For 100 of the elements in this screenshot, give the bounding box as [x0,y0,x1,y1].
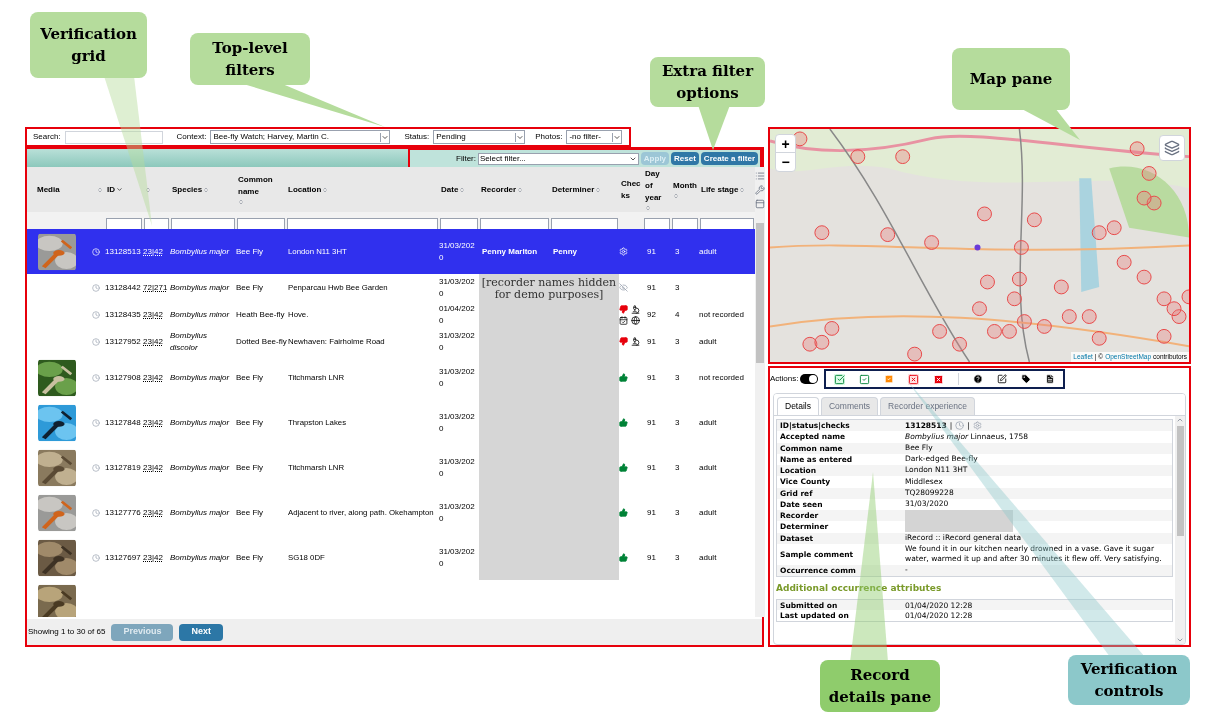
column-header[interactable]: Media [27,183,105,196]
column-header[interactable]: Determiner [550,183,619,196]
actions-toggle[interactable] [800,374,819,384]
status-dropdown[interactable]: Pending [433,130,526,144]
column-header[interactable]: Recorder [479,183,550,196]
filter-dropdown[interactable]: Select filter... [478,152,639,165]
recorder-cell-text: Penny Marlton [481,245,539,258]
panel-icon[interactable] [755,199,765,209]
column-header[interactable]: Common name [236,174,286,205]
accept-icon[interactable] [834,373,846,385]
month-cell-text: 3 [674,371,681,384]
column-header[interactable]: Day of year [643,168,671,211]
date-cell-text: 31/03/2020 [439,239,476,264]
day-cell-text: 91 [646,506,657,519]
life-stage-cell-text: adult [699,245,718,258]
grid-link[interactable]: 23|42 [143,416,170,429]
chevron-down-icon [515,132,525,142]
month-cell-text: 3 [674,506,681,519]
grid-link[interactable]: 23|42 [143,335,170,348]
common-name-cell-text: Bee Fly [236,416,265,429]
species-cell-text: Bombylius major [170,461,231,474]
month-cell-text: 3 [674,281,681,294]
chevron-down-icon [612,132,622,142]
id-cell-text: 13127776 [105,506,142,519]
column-title: ID [107,183,115,196]
grid-link[interactable]: 72|271 [143,281,170,294]
grid-link[interactable]: 23|42 [143,371,170,384]
common-name-cell-text: Bee Fly [236,551,265,564]
common-name-cell-text: Bee Fly [236,371,265,384]
filter-button[interactable]: Create a filter [700,152,758,165]
day-cell-text: 91 [646,551,657,564]
status-label: Status: [404,131,430,143]
status-icon [92,508,100,517]
common-name-cell-text: Bee Fly [236,506,265,519]
filter-button[interactable]: Reset [671,152,699,165]
status-icon [92,553,100,562]
zoom-in-button[interactable]: + [776,135,795,153]
accept-icon[interactable] [859,373,871,385]
search-field[interactable] [64,130,163,144]
date-cell-text: 31/03/2020 [439,545,476,570]
day-cell-text: 92 [646,308,657,321]
reject-icon[interactable] [908,373,920,385]
month-cell-text: 3 [674,461,681,474]
context-label: Context: [176,131,207,143]
context-dropdown[interactable]: Bee-fly Watch; Harvey, Martin C. [210,130,391,144]
details-tab[interactable]: Recorder experience [880,397,975,415]
callout: Top-level filters [190,33,310,85]
column-header[interactable]: Checks [619,177,643,202]
scrollbar[interactable] [756,223,764,363]
determiner-cell-text: Penny [552,245,578,258]
species-cell-text: Bombylius major [170,551,231,564]
species-cell-text: Bombylius major [170,506,231,519]
column-title: Date [441,183,459,196]
grid-link[interactable]: 23|42 [143,506,170,519]
column-header[interactable]: ID [105,183,143,196]
status-icon [92,463,100,472]
day-cell-text: 91 [646,245,657,258]
grid-link[interactable]: 23|42 [143,308,170,321]
column-title: Recorder [481,183,517,196]
column-header[interactable]: Life stage [699,183,755,196]
grid-link[interactable]: 23|42 [143,551,170,564]
column-title: Month [673,180,697,192]
life-stage-cell-text: adult [699,416,718,429]
status-icon [92,337,100,346]
tag-icon[interactable] [1021,374,1032,384]
status-icon [92,373,100,382]
pager-button[interactable]: Next [179,623,223,641]
common-name-cell: Dotted Bee-fly [236,335,286,348]
status-icon [92,247,100,256]
species-cell-text: Bombylius discolor [170,329,208,354]
grid-link[interactable]: 23|42 [143,461,170,474]
details-tab[interactable]: Details [777,397,819,415]
life-stage-cell-text: not recorded [699,371,745,384]
actions-label: Actions: [770,373,799,385]
day-cell-text: 91 [646,335,657,348]
life-stage-cell-text: adult [699,506,718,519]
edit-icon[interactable] [997,374,1008,384]
document-icon[interactable] [1045,374,1056,384]
results-count: Showing 1 to 30 of 65 [28,626,106,638]
grid-link[interactable]: 23|42 [143,245,170,258]
details-tab[interactable]: Comments [821,397,879,415]
id-cell-text: 13127952 [105,335,142,348]
status-icon [92,283,100,292]
id-cell-text: 13128442 [105,281,142,294]
column-header[interactable]: Location [286,183,439,196]
id-cell-text: 13128435 [105,308,142,321]
day-cell-text: 91 [646,416,657,429]
scrollbar[interactable] [1176,426,1184,536]
month-cell-text: 3 [674,245,681,258]
zoom-out-button[interactable]: − [776,153,795,171]
photos-dropdown[interactable]: -no filter- [566,130,623,144]
query-icon[interactable] [973,374,984,384]
column-header[interactable]: Species [170,183,236,196]
species-cell-text: Bombylius minor [170,308,231,321]
common-name-cell: Heath Bee-fly [236,308,286,321]
column-title: Determiner [552,183,595,196]
layers-button[interactable] [1159,135,1185,161]
column-header[interactable]: Date [439,183,479,196]
column-header[interactable]: Month [671,180,699,199]
month-cell-text: 3 [674,416,681,429]
